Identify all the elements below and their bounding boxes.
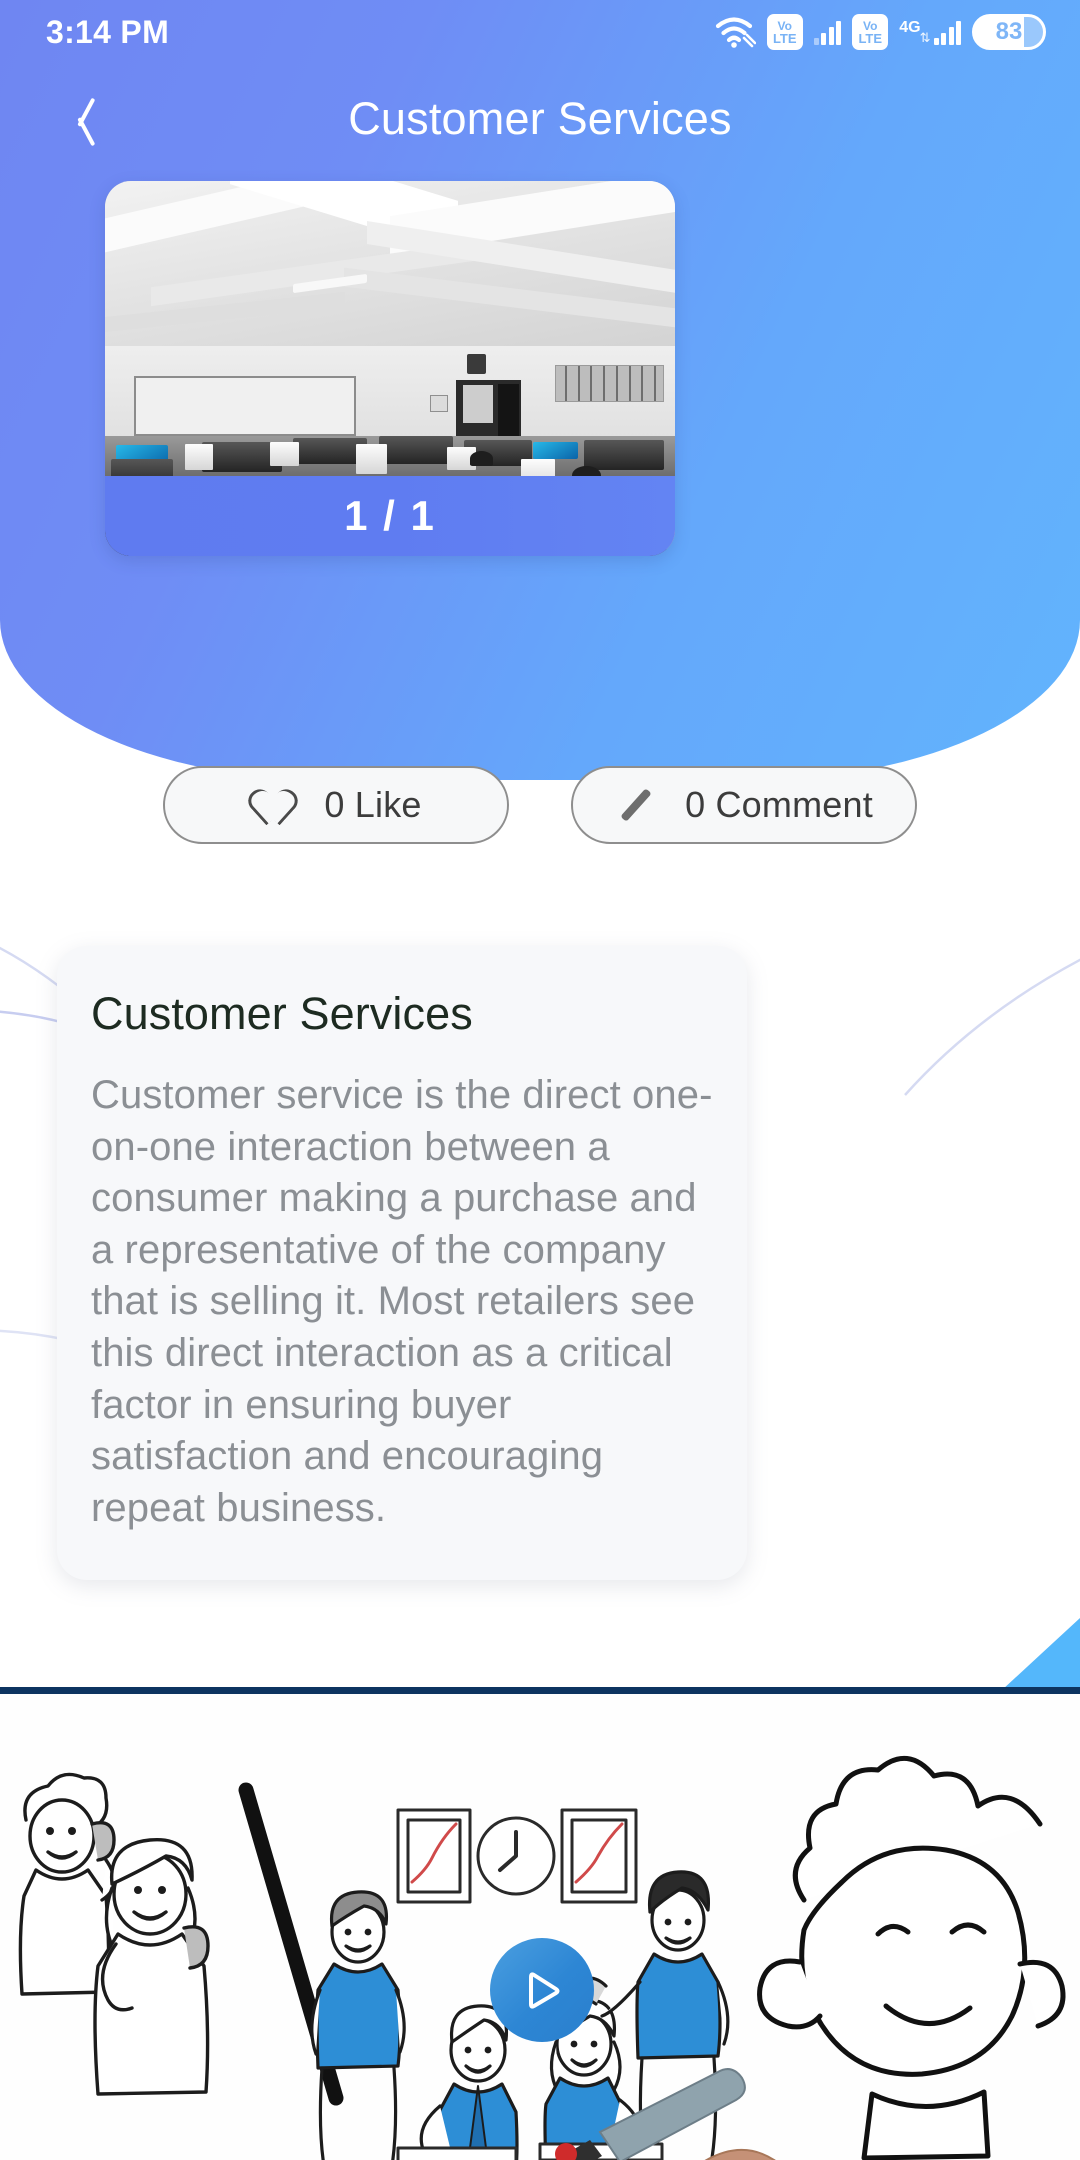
media-card[interactable]: 1 / 1	[105, 181, 675, 556]
wifi-icon	[715, 17, 756, 48]
action-button-row: 0 Like 0 Comment	[0, 766, 1080, 844]
battery-level-text: 83	[995, 18, 1023, 45]
volte-icon-sim2: Vo LTE	[852, 14, 889, 50]
data-transfer-icon: ⇅	[919, 30, 931, 45]
image-counter-text: 1 / 1	[344, 492, 436, 539]
volte-bottom-text: LTE	[772, 30, 797, 46]
video-thumbnail[interactable]	[0, 1694, 1080, 2160]
like-button[interactable]: 0 Like	[163, 766, 509, 844]
like-label: 0 Like	[324, 784, 422, 825]
comment-label: 0 Comment	[685, 784, 873, 825]
whiteboard-illustration	[0, 1694, 1080, 2160]
corner-accent	[1002, 1618, 1080, 1690]
signal-bars-sim1	[813, 19, 842, 45]
battery-icon: 83	[972, 14, 1046, 50]
network-signal-sim2: 4G ⇅	[899, 19, 961, 45]
heart-icon	[250, 784, 296, 826]
pencil-icon	[615, 784, 657, 826]
network-type-label: 4G	[899, 19, 921, 36]
content-title: Customer Services	[91, 988, 473, 1039]
signal-bars-sim2	[933, 19, 961, 45]
page-title: Customer Services	[348, 93, 732, 144]
comment-button[interactable]: 0 Comment	[571, 766, 917, 844]
volte-bottom-text-2: LTE	[858, 30, 883, 46]
play-icon	[529, 1972, 560, 2009]
status-bar: 3:14 PM Vo LTE Vo LTE 4G ⇅ 83	[0, 0, 1080, 64]
description-card: Customer Services Customer service is th…	[57, 946, 747, 1581]
app-screen: 3:14 PM Vo LTE Vo LTE 4G ⇅ 83 Customer S…	[0, 0, 1080, 2160]
volte-top-text-2: Vo	[863, 18, 878, 33]
status-icons: Vo LTE Vo LTE 4G ⇅ 83	[714, 14, 1046, 50]
volte-icon-sim1: Vo LTE	[766, 14, 803, 50]
navigation-bar: Customer Services	[0, 64, 1080, 174]
section-divider	[0, 1687, 1080, 1694]
status-clock: 3:14 PM	[46, 13, 170, 50]
call-center-photo: 1 / 1	[105, 181, 675, 556]
content-body: Customer service is the direct one-on-on…	[91, 1073, 713, 1530]
play-button[interactable]	[490, 1938, 594, 2042]
image-counter: 1 / 1	[105, 476, 675, 556]
volte-top-text: Vo	[777, 18, 792, 33]
